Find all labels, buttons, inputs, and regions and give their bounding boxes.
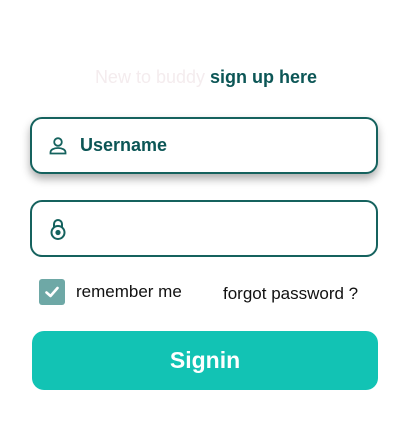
remember-checkbox[interactable] xyxy=(39,279,65,305)
signup-prompt: New to buddy xyxy=(94,67,206,87)
username-field[interactable] xyxy=(30,117,378,174)
signup-line: New to buddy sign up here xyxy=(0,66,412,88)
check-icon xyxy=(45,286,59,298)
login-screen: New to buddy sign up here remember xyxy=(0,0,412,445)
username-input[interactable] xyxy=(80,127,364,164)
signin-button[interactable]: Signin xyxy=(32,331,378,390)
remember-label: remember me xyxy=(76,282,182,301)
remember-me[interactable]: remember me xyxy=(39,279,182,305)
signup-link[interactable]: sign up here xyxy=(210,67,317,87)
lock-icon xyxy=(46,217,70,241)
forgot-password-link[interactable]: forgot password ? xyxy=(223,284,358,304)
password-field[interactable] xyxy=(30,200,378,257)
person-icon xyxy=(46,134,70,158)
password-input[interactable] xyxy=(80,210,364,247)
